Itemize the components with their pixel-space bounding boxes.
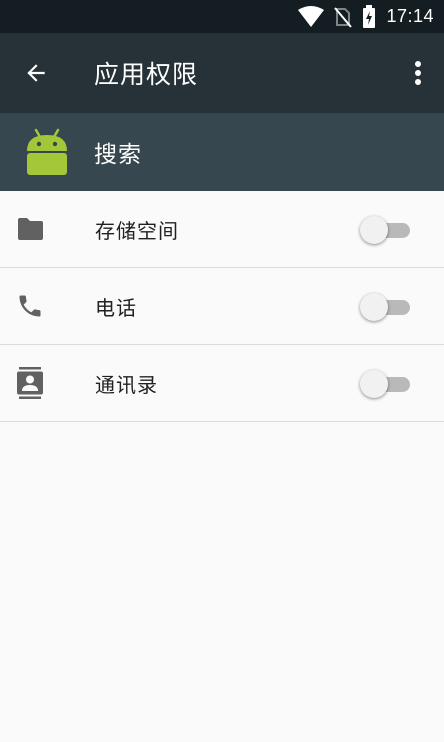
arrow-back-icon: [27, 64, 45, 82]
permission-list: 存储空间 电话 通讯录: [0, 191, 444, 422]
storage-permission-switch[interactable]: [360, 216, 410, 244]
permission-icon-container: [0, 191, 95, 268]
more-options-button[interactable]: [406, 57, 430, 89]
contacts-permission-switch[interactable]: [360, 370, 410, 398]
wifi-icon: [298, 5, 325, 27]
permission-icon-container: [0, 345, 95, 422]
folder-icon: [18, 218, 43, 240]
more-vert-icon: [415, 61, 421, 85]
app-toolbar: 应用权限: [0, 33, 444, 113]
permission-label: 通讯录: [95, 372, 158, 397]
status-time: 17:14: [386, 6, 434, 26]
permission-row-storage[interactable]: 存储空间: [0, 191, 444, 268]
contacts-icon: [17, 367, 43, 399]
app-name: 搜索: [94, 142, 142, 168]
no-sim-icon: [334, 6, 353, 28]
permission-label: 电话: [95, 295, 137, 320]
permission-icon-container: [0, 268, 95, 345]
status-bar: 17:14: [0, 0, 444, 33]
app-icon: [0, 128, 94, 176]
battery-charging-icon: [363, 4, 376, 28]
android-robot-icon: [27, 128, 67, 175]
back-button[interactable]: [0, 33, 72, 113]
phone-permission-switch[interactable]: [360, 293, 410, 321]
phone-icon: [19, 295, 41, 317]
permission-label: 存储空间: [95, 218, 179, 243]
switch-thumb: [360, 216, 388, 244]
switch-thumb: [360, 293, 388, 321]
page-title: 应用权限: [94, 60, 199, 89]
app-header: 搜索: [0, 113, 444, 191]
permission-row-contacts[interactable]: 通讯录: [0, 345, 444, 422]
permission-row-phone[interactable]: 电话: [0, 268, 444, 345]
switch-thumb: [360, 370, 388, 398]
